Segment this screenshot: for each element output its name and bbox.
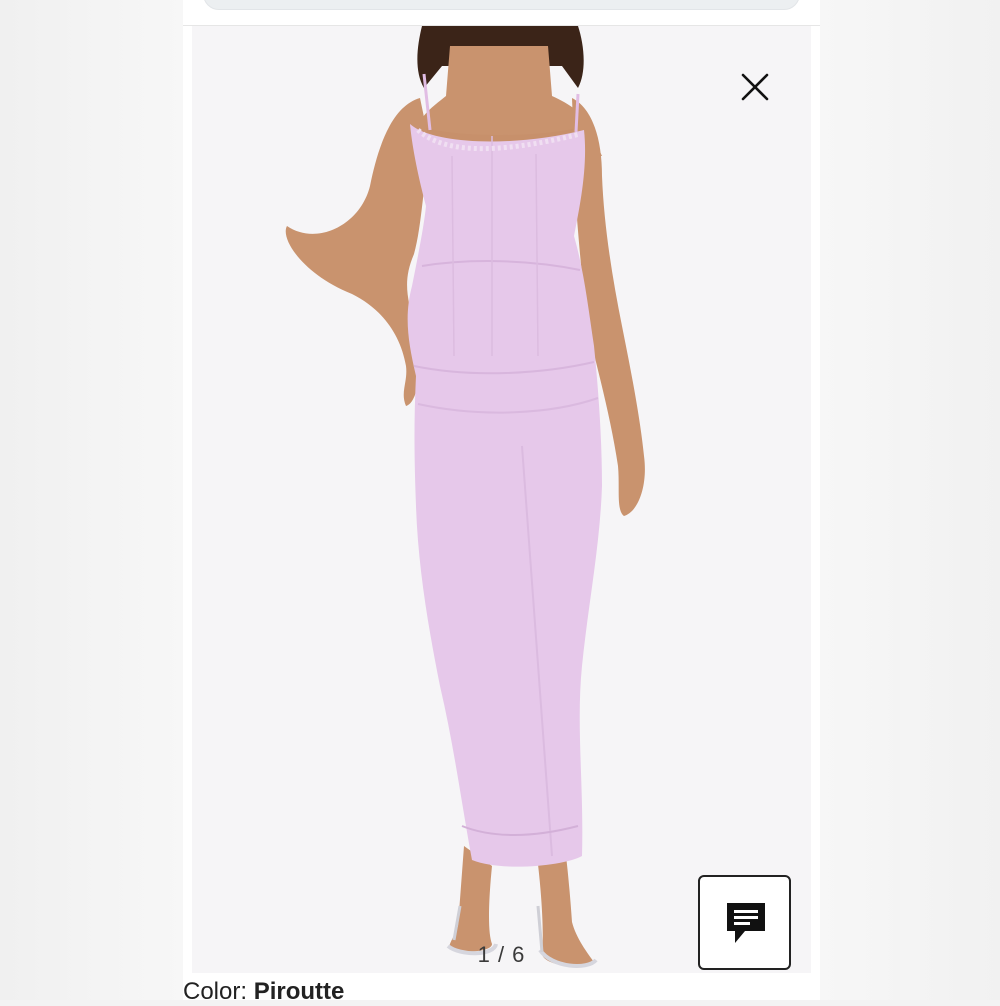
color-selection: Color: Piroutte [183, 978, 344, 1006]
color-label: Color: [183, 978, 248, 1005]
left-margin [0, 0, 183, 1000]
search-bar[interactable] [203, 0, 800, 10]
product-photo [192, 26, 811, 973]
chat-button[interactable] [698, 875, 791, 970]
close-icon [741, 73, 769, 101]
image-viewer[interactable]: 1 / 6 [192, 26, 811, 973]
close-button[interactable] [738, 70, 772, 104]
app-screen: 1 / 6 [183, 0, 820, 1000]
color-value: Piroutte [253, 978, 345, 1005]
chat-message-icon [727, 903, 765, 943]
right-margin [820, 0, 1000, 1000]
